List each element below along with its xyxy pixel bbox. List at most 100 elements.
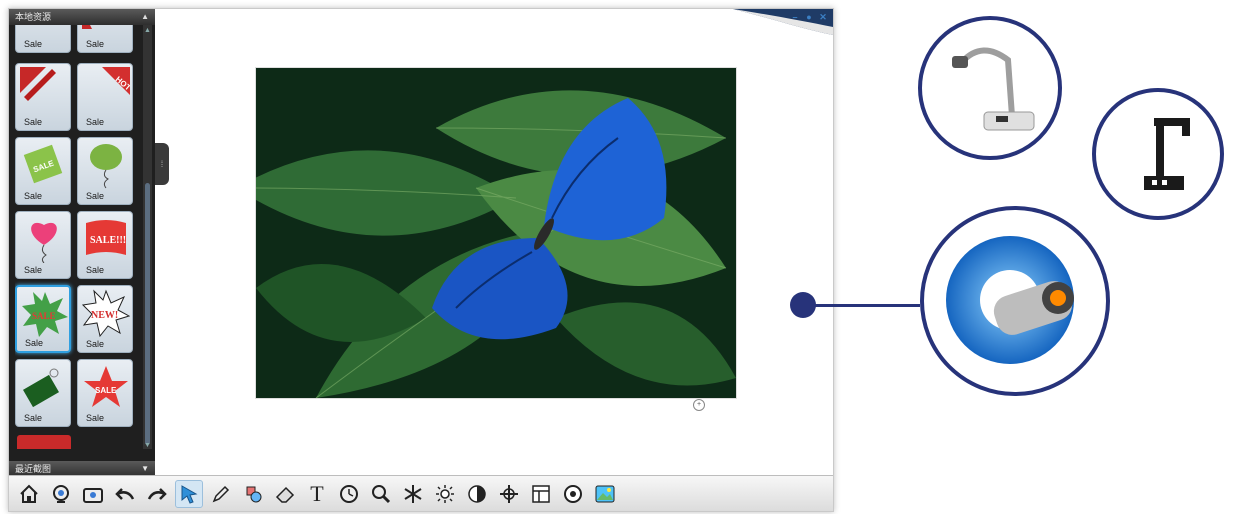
sticker-tile[interactable]: Sale <box>77 25 133 53</box>
undo-button[interactable] <box>111 480 139 508</box>
tile-label: Sale <box>86 265 105 275</box>
butterfly-photo[interactable] <box>255 67 737 399</box>
hot-corner-ribbon-icon: HOT <box>102 67 130 95</box>
redo-icon <box>147 487 167 500</box>
scroll-thumb[interactable] <box>145 183 150 445</box>
timer-button[interactable] <box>335 480 363 508</box>
contrast-icon <box>468 484 486 503</box>
panel-header[interactable]: 本地资源 ▲ <box>9 9 155 25</box>
camera-app-logo-icon <box>946 236 1074 364</box>
text-icon: T <box>310 480 324 506</box>
callout-anchor-dot <box>790 292 816 318</box>
tile-label: Sale <box>25 338 44 348</box>
gallery-button[interactable] <box>591 480 619 508</box>
camera-button[interactable] <box>47 480 75 508</box>
document-camera-callout <box>918 16 1062 160</box>
contrast-button[interactable] <box>463 480 491 508</box>
svg-text:NEW!: NEW! <box>91 310 118 321</box>
sticker-tile[interactable]: Sale <box>77 137 133 205</box>
tile-label: Sale <box>86 339 105 349</box>
sticker-tile[interactable]: NEW! Sale <box>77 285 133 353</box>
tile-label: Sale <box>24 39 43 49</box>
dark-green-hang-tag-icon <box>23 368 59 408</box>
sticker-grid: Sale Sale Sale HOT Sale SALE Sale Sale S… <box>15 25 139 449</box>
bottom-toolbar: T <box>9 475 833 511</box>
red-ribbon-icon <box>82 25 92 29</box>
tile-label: Sale <box>86 39 105 49</box>
pen-button[interactable] <box>207 480 235 508</box>
close-icon[interactable]: ✕ <box>819 13 827 22</box>
sticker-tile[interactable]: SALE Sale <box>15 137 71 205</box>
green-sale-tag-icon: SALE <box>23 144 63 184</box>
svg-text:SALE!!!: SALE!!! <box>90 235 126 246</box>
resize-handle-icon[interactable]: + <box>693 399 705 411</box>
layout-icon <box>532 484 550 503</box>
undo-icon <box>115 487 135 500</box>
sticker-tile[interactable]: Sale <box>15 25 71 53</box>
pen-icon <box>212 485 230 502</box>
brightness-button[interactable] <box>431 480 459 508</box>
focus-icon <box>500 484 518 503</box>
camera-icon <box>53 484 69 503</box>
scroll-down-icon[interactable]: ▼ <box>143 442 152 449</box>
panel-scrollbar[interactable]: ▲ ▼ <box>143 25 152 449</box>
discount-corner-ribbon-icon <box>20 67 56 101</box>
green-starburst-icon: SALE <box>22 292 68 337</box>
minimize-icon[interactable]: – <box>791 13 799 22</box>
sticker-tile[interactable]: Sale <box>15 359 71 427</box>
freeze-icon <box>404 484 422 503</box>
resource-panel: 本地资源 ▲ Sale Sale Sale HOT Sale SALE Sale… <box>9 9 155 477</box>
capture-button[interactable] <box>79 480 107 508</box>
shapes-icon <box>246 486 262 502</box>
tile-label: Sale <box>86 191 105 201</box>
red-star-sale-icon: SALE <box>84 366 128 407</box>
green-balloon-icon <box>90 144 122 189</box>
brightness-icon <box>436 484 454 503</box>
tile-label: Sale <box>24 265 43 275</box>
zoom-button[interactable] <box>367 480 395 508</box>
sticker-tile[interactable]: SALE Sale <box>77 359 133 427</box>
shapes-button[interactable] <box>239 480 267 508</box>
panel-collapse-handle[interactable]: ⁞ <box>155 143 169 185</box>
settings-icon[interactable]: ● <box>805 13 813 22</box>
collapse-caret-icon[interactable]: ▲ <box>141 9 149 25</box>
tile-label: Sale <box>86 117 105 127</box>
partial-sticker-tile[interactable] <box>17 435 71 449</box>
tile-label: Sale <box>24 191 43 201</box>
rotate-button[interactable] <box>559 480 587 508</box>
panel-title: 本地资源 <box>15 12 52 22</box>
sticker-tile[interactable]: Sale <box>15 63 71 131</box>
sticker-tile[interactable]: HOT Sale <box>77 63 133 131</box>
window-controls: – ● ✕ <box>791 13 827 22</box>
tile-label: Sale <box>24 117 43 127</box>
focus-button[interactable] <box>495 480 523 508</box>
capture-icon <box>83 487 103 503</box>
tile-label: Sale <box>24 413 43 423</box>
red-ribbon-icon <box>20 25 66 29</box>
zoom-icon <box>372 484 391 503</box>
pointer-button[interactable] <box>175 479 203 508</box>
callout-connector-line <box>810 304 920 307</box>
pink-heart-balloon-icon <box>31 222 57 263</box>
sticker-tile-selected[interactable]: SALE Sale <box>15 285 71 353</box>
eraser-button[interactable] <box>271 480 299 508</box>
panel-footer-label: 最近截图 <box>15 464 52 474</box>
layout-button[interactable] <box>527 480 555 508</box>
sticker-tile[interactable]: SALE!!! Sale <box>77 211 133 279</box>
gallery-icon <box>595 485 615 502</box>
home-icon <box>20 484 38 503</box>
sticker-tile[interactable]: Sale <box>15 211 71 279</box>
freeze-button[interactable] <box>399 480 427 508</box>
new-starburst-icon: NEW! <box>82 289 130 337</box>
document-camera-device-icon <box>952 47 1035 131</box>
text-button[interactable]: T <box>303 480 331 508</box>
scroll-up-icon[interactable]: ▲ <box>143 27 152 34</box>
mini-document-camera-callout <box>1092 88 1224 220</box>
mini-document-camera-device-icon <box>1144 118 1190 190</box>
timer-icon <box>340 484 358 503</box>
pointer-icon <box>181 484 198 504</box>
home-button[interactable] <box>15 480 43 508</box>
red-sale-flag-icon: SALE!!! <box>86 220 126 255</box>
svg-text:SALE: SALE <box>32 311 56 321</box>
redo-button[interactable] <box>143 480 171 508</box>
